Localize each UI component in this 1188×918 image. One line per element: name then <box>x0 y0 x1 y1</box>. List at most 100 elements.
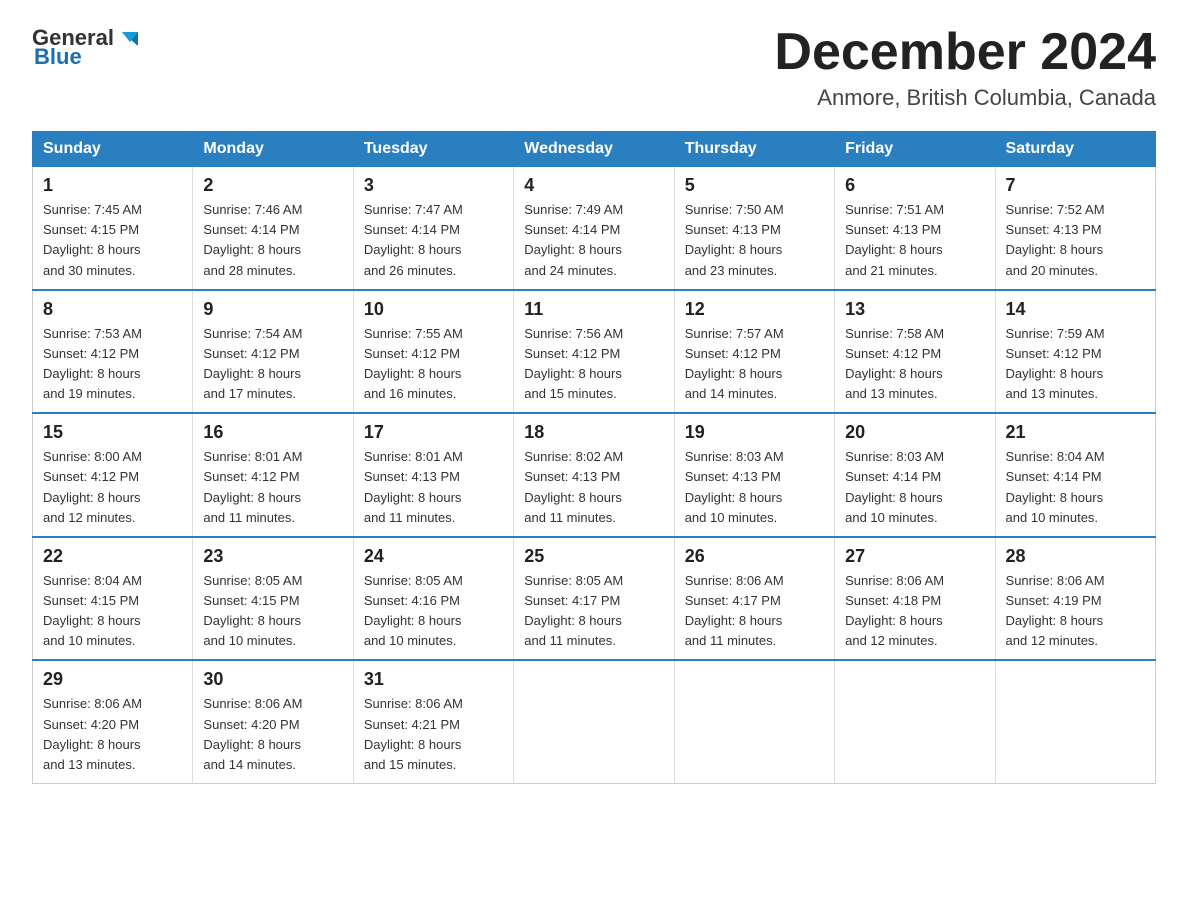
calendar-header: Sunday Monday Tuesday Wednesday Thursday… <box>33 132 1156 167</box>
col-tuesday: Tuesday <box>353 132 513 167</box>
table-row: 1 Sunrise: 7:45 AMSunset: 4:15 PMDayligh… <box>33 167 193 290</box>
day-number: 21 <box>1006 422 1145 443</box>
day-info: Sunrise: 8:06 AMSunset: 4:17 PMDaylight:… <box>685 573 784 648</box>
day-number: 24 <box>364 546 503 567</box>
day-number: 16 <box>203 422 342 443</box>
day-info: Sunrise: 7:46 AMSunset: 4:14 PMDaylight:… <box>203 202 302 277</box>
logo-icon <box>116 24 144 52</box>
day-info: Sunrise: 7:59 AMSunset: 4:12 PMDaylight:… <box>1006 326 1105 401</box>
day-number: 11 <box>524 299 663 320</box>
day-info: Sunrise: 8:04 AMSunset: 4:15 PMDaylight:… <box>43 573 142 648</box>
day-number: 19 <box>685 422 824 443</box>
day-number: 13 <box>845 299 984 320</box>
table-row: 19 Sunrise: 8:03 AMSunset: 4:13 PMDaylig… <box>674 413 834 537</box>
table-row: 20 Sunrise: 8:03 AMSunset: 4:14 PMDaylig… <box>835 413 995 537</box>
table-row: 27 Sunrise: 8:06 AMSunset: 4:18 PMDaylig… <box>835 537 995 661</box>
day-info: Sunrise: 8:06 AMSunset: 4:20 PMDaylight:… <box>203 696 302 771</box>
table-row: 18 Sunrise: 8:02 AMSunset: 4:13 PMDaylig… <box>514 413 674 537</box>
day-info: Sunrise: 7:54 AMSunset: 4:12 PMDaylight:… <box>203 326 302 401</box>
col-monday: Monday <box>193 132 353 167</box>
day-info: Sunrise: 7:55 AMSunset: 4:12 PMDaylight:… <box>364 326 463 401</box>
table-row: 29 Sunrise: 8:06 AMSunset: 4:20 PMDaylig… <box>33 660 193 783</box>
day-info: Sunrise: 8:01 AMSunset: 4:12 PMDaylight:… <box>203 449 302 524</box>
table-row <box>514 660 674 783</box>
day-info: Sunrise: 7:45 AMSunset: 4:15 PMDaylight:… <box>43 202 142 277</box>
day-info: Sunrise: 8:06 AMSunset: 4:21 PMDaylight:… <box>364 696 463 771</box>
table-row: 14 Sunrise: 7:59 AMSunset: 4:12 PMDaylig… <box>995 290 1155 414</box>
day-number: 6 <box>845 175 984 196</box>
location-subtitle: Anmore, British Columbia, Canada <box>774 85 1156 111</box>
day-info: Sunrise: 7:51 AMSunset: 4:13 PMDaylight:… <box>845 202 944 277</box>
day-info: Sunrise: 7:50 AMSunset: 4:13 PMDaylight:… <box>685 202 784 277</box>
day-number: 9 <box>203 299 342 320</box>
logo-blue: Blue <box>34 44 82 70</box>
day-number: 22 <box>43 546 182 567</box>
day-number: 15 <box>43 422 182 443</box>
table-row: 31 Sunrise: 8:06 AMSunset: 4:21 PMDaylig… <box>353 660 513 783</box>
day-info: Sunrise: 8:05 AMSunset: 4:16 PMDaylight:… <box>364 573 463 648</box>
col-wednesday: Wednesday <box>514 132 674 167</box>
table-row: 26 Sunrise: 8:06 AMSunset: 4:17 PMDaylig… <box>674 537 834 661</box>
day-number: 7 <box>1006 175 1145 196</box>
table-row: 4 Sunrise: 7:49 AMSunset: 4:14 PMDayligh… <box>514 167 674 290</box>
day-info: Sunrise: 8:02 AMSunset: 4:13 PMDaylight:… <box>524 449 623 524</box>
day-number: 4 <box>524 175 663 196</box>
col-friday: Friday <box>835 132 995 167</box>
table-row <box>995 660 1155 783</box>
table-row: 10 Sunrise: 7:55 AMSunset: 4:12 PMDaylig… <box>353 290 513 414</box>
day-info: Sunrise: 8:01 AMSunset: 4:13 PMDaylight:… <box>364 449 463 524</box>
day-number: 20 <box>845 422 984 443</box>
day-info: Sunrise: 7:58 AMSunset: 4:12 PMDaylight:… <box>845 326 944 401</box>
table-row: 8 Sunrise: 7:53 AMSunset: 4:12 PMDayligh… <box>33 290 193 414</box>
table-row: 24 Sunrise: 8:05 AMSunset: 4:16 PMDaylig… <box>353 537 513 661</box>
col-sunday: Sunday <box>33 132 193 167</box>
day-number: 18 <box>524 422 663 443</box>
table-row: 13 Sunrise: 7:58 AMSunset: 4:12 PMDaylig… <box>835 290 995 414</box>
day-info: Sunrise: 8:04 AMSunset: 4:14 PMDaylight:… <box>1006 449 1105 524</box>
table-row: 30 Sunrise: 8:06 AMSunset: 4:20 PMDaylig… <box>193 660 353 783</box>
day-number: 26 <box>685 546 824 567</box>
day-info: Sunrise: 7:52 AMSunset: 4:13 PMDaylight:… <box>1006 202 1105 277</box>
day-number: 3 <box>364 175 503 196</box>
day-info: Sunrise: 7:47 AMSunset: 4:14 PMDaylight:… <box>364 202 463 277</box>
day-number: 12 <box>685 299 824 320</box>
col-thursday: Thursday <box>674 132 834 167</box>
day-info: Sunrise: 8:05 AMSunset: 4:17 PMDaylight:… <box>524 573 623 648</box>
day-info: Sunrise: 8:06 AMSunset: 4:20 PMDaylight:… <box>43 696 142 771</box>
month-title: December 2024 <box>774 24 1156 81</box>
table-row <box>674 660 834 783</box>
table-row: 7 Sunrise: 7:52 AMSunset: 4:13 PMDayligh… <box>995 167 1155 290</box>
table-row: 12 Sunrise: 7:57 AMSunset: 4:12 PMDaylig… <box>674 290 834 414</box>
day-info: Sunrise: 7:53 AMSunset: 4:12 PMDaylight:… <box>43 326 142 401</box>
table-row: 11 Sunrise: 7:56 AMSunset: 4:12 PMDaylig… <box>514 290 674 414</box>
table-row: 16 Sunrise: 8:01 AMSunset: 4:12 PMDaylig… <box>193 413 353 537</box>
table-row: 22 Sunrise: 8:04 AMSunset: 4:15 PMDaylig… <box>33 537 193 661</box>
day-number: 23 <box>203 546 342 567</box>
day-number: 30 <box>203 669 342 690</box>
day-info: Sunrise: 7:49 AMSunset: 4:14 PMDaylight:… <box>524 202 623 277</box>
table-row: 15 Sunrise: 8:00 AMSunset: 4:12 PMDaylig… <box>33 413 193 537</box>
table-row: 9 Sunrise: 7:54 AMSunset: 4:12 PMDayligh… <box>193 290 353 414</box>
day-info: Sunrise: 8:06 AMSunset: 4:18 PMDaylight:… <box>845 573 944 648</box>
day-number: 31 <box>364 669 503 690</box>
table-row: 23 Sunrise: 8:05 AMSunset: 4:15 PMDaylig… <box>193 537 353 661</box>
day-info: Sunrise: 8:00 AMSunset: 4:12 PMDaylight:… <box>43 449 142 524</box>
table-row: 5 Sunrise: 7:50 AMSunset: 4:13 PMDayligh… <box>674 167 834 290</box>
table-row: 6 Sunrise: 7:51 AMSunset: 4:13 PMDayligh… <box>835 167 995 290</box>
day-number: 5 <box>685 175 824 196</box>
day-number: 1 <box>43 175 182 196</box>
calendar-table: Sunday Monday Tuesday Wednesday Thursday… <box>32 131 1156 784</box>
table-row: 21 Sunrise: 8:04 AMSunset: 4:14 PMDaylig… <box>995 413 1155 537</box>
day-number: 25 <box>524 546 663 567</box>
day-info: Sunrise: 8:03 AMSunset: 4:13 PMDaylight:… <box>685 449 784 524</box>
day-info: Sunrise: 7:57 AMSunset: 4:12 PMDaylight:… <box>685 326 784 401</box>
day-number: 27 <box>845 546 984 567</box>
table-row: 17 Sunrise: 8:01 AMSunset: 4:13 PMDaylig… <box>353 413 513 537</box>
day-number: 14 <box>1006 299 1145 320</box>
day-number: 29 <box>43 669 182 690</box>
logo: General Blue <box>32 24 144 70</box>
table-row: 2 Sunrise: 7:46 AMSunset: 4:14 PMDayligh… <box>193 167 353 290</box>
day-number: 10 <box>364 299 503 320</box>
day-info: Sunrise: 8:05 AMSunset: 4:15 PMDaylight:… <box>203 573 302 648</box>
day-number: 28 <box>1006 546 1145 567</box>
